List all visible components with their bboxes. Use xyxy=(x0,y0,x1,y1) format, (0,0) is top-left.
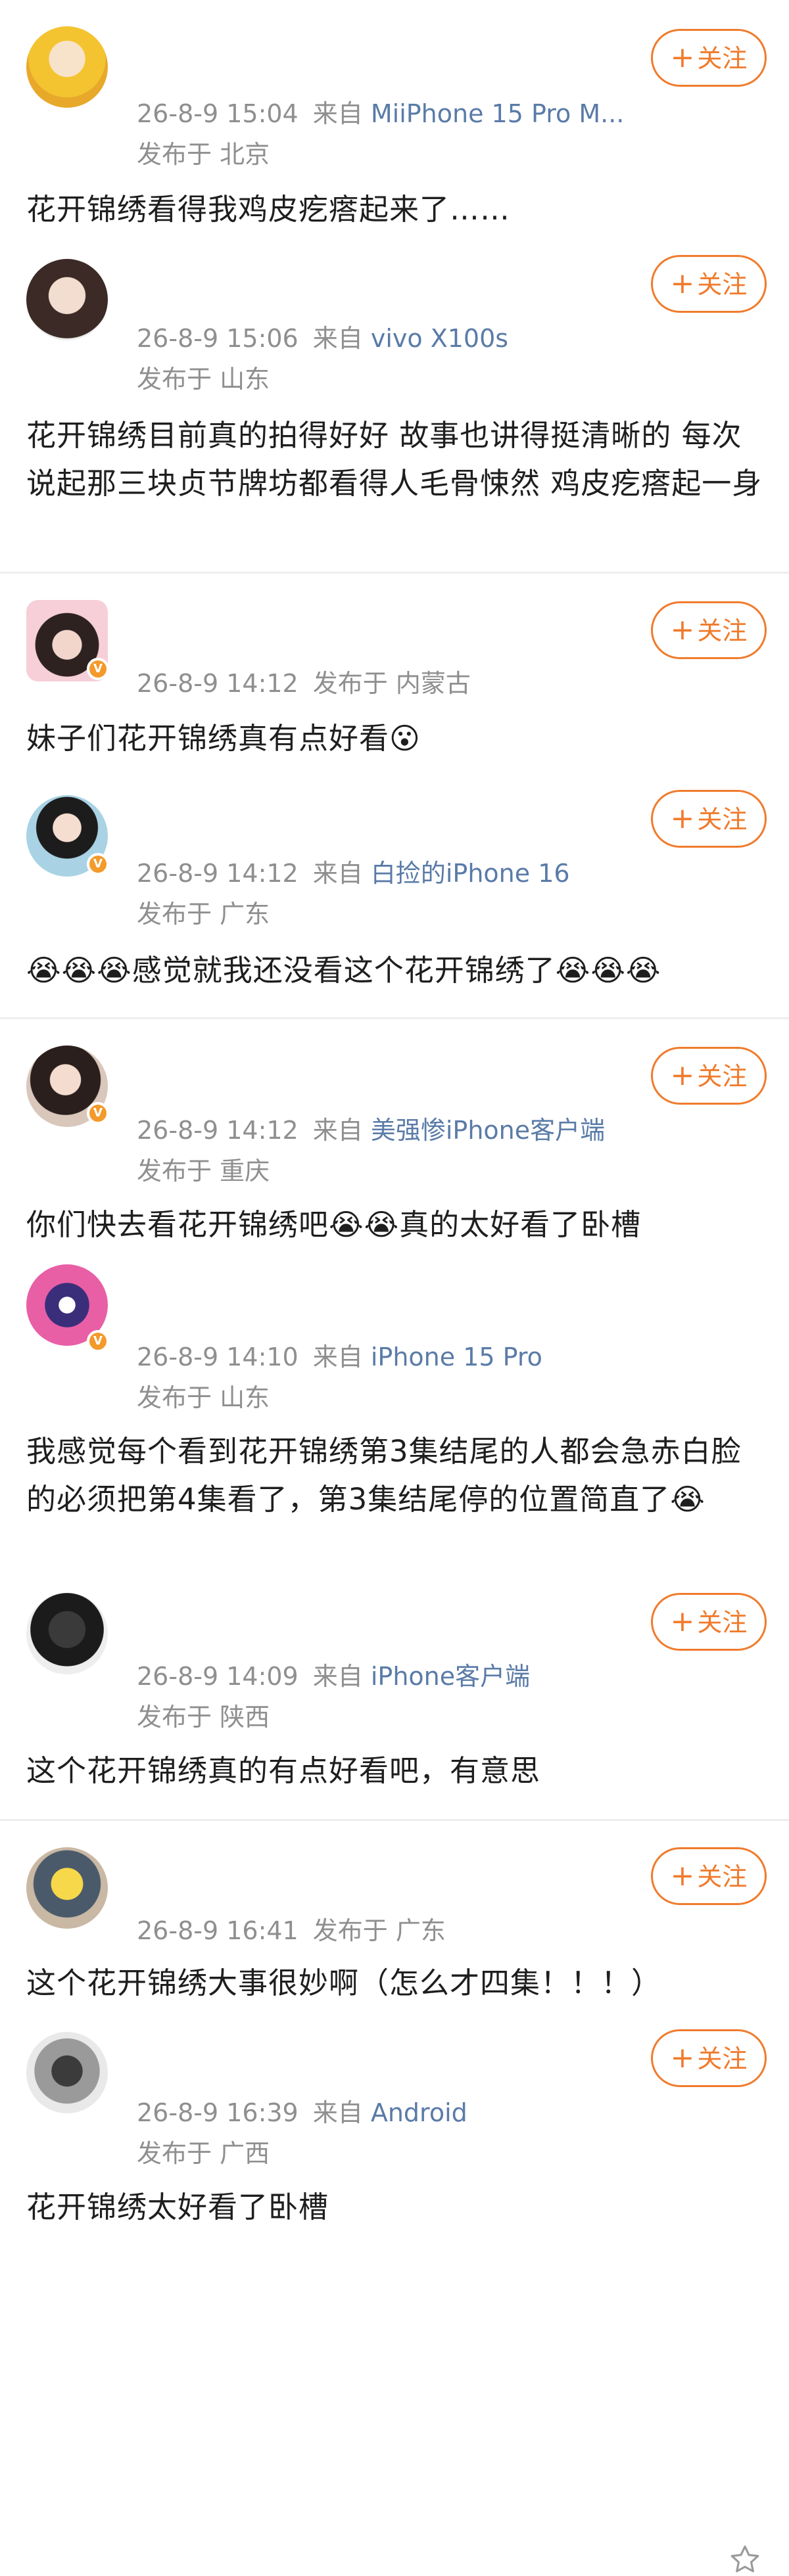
star-icon[interactable] xyxy=(729,2543,761,2576)
avatar[interactable] xyxy=(26,26,108,108)
post-card: V + 关注 26-8-9 14:12 发布于 内蒙古 妹子们花开锦绣真有点好看😮 xyxy=(0,574,789,769)
post-content: 这个花开锦绣大事很妙啊（怎么才四集！！！） xyxy=(26,1966,662,2000)
device-source-link[interactable]: 美强惨iPhone客户端 xyxy=(371,1116,605,1145)
post-content: 花开锦绣目前真的拍得好好 故事也讲得挺清晰的 每次说起那三块贞节牌坊都看得人毛骨… xyxy=(26,418,763,501)
verified-badge-icon: V xyxy=(87,1330,109,1352)
device-source-link[interactable]: MiiPhone 15 Pro M... xyxy=(371,99,625,128)
post-location: 发布于 广东 xyxy=(312,1916,446,1945)
post-location: 发布于 山东 xyxy=(137,365,270,394)
follow-button[interactable]: + 关注 xyxy=(651,1047,767,1105)
post-meta: 26-8-9 16:41 发布于 广东 xyxy=(137,1910,446,1946)
source-label: 来自 xyxy=(312,1116,363,1145)
post-card: + 关注 26-8-9 15:06 来自 vivo X100s 发布于 山东 花开锦… xyxy=(0,243,789,572)
verified-badge-icon: V xyxy=(87,658,109,680)
source-label: 来自 xyxy=(312,1662,363,1691)
post-location: 发布于 山东 xyxy=(137,1383,270,1412)
avatar[interactable] xyxy=(26,2032,108,2113)
follow-button[interactable]: + 关注 xyxy=(651,255,767,313)
post-meta: 26-8-9 14:12 发布于 内蒙古 xyxy=(137,663,471,699)
timestamp: 26-8-9 14:09 xyxy=(137,1662,299,1691)
source-label: 来自 xyxy=(312,859,363,888)
post-card: + 关注 26-8-9 16:41 发布于 广东 这个花开锦绣大事很妙啊（怎么才四集… xyxy=(0,1821,789,2020)
post-location: 发布于 陕西 xyxy=(137,1703,270,1732)
post-card: V + 关注 26-8-9 14:12 来自 美强惨iPhone客户端 发布于 重庆… xyxy=(0,1019,789,1254)
follow-button[interactable]: + 关注 xyxy=(651,29,767,87)
avatar[interactable] xyxy=(26,1593,108,1674)
device-source-link[interactable]: 白捡的iPhone 16 xyxy=(371,859,570,888)
verified-badge-icon: V xyxy=(87,1102,109,1124)
verified-badge-icon: V xyxy=(87,853,109,875)
post-card: V 26-8-9 14:10 来自 iPhone 15 Pro 发布于 山东 我感… xyxy=(0,1254,789,2573)
post-meta: 26-8-9 15:04 来自 MiiPhone 15 Pro M... xyxy=(137,93,624,129)
post-content: 这个花开锦绣真的有点好看吧，有意思 xyxy=(26,1753,541,1788)
timestamp: 26-8-9 15:06 xyxy=(137,324,299,353)
post-location: 发布于 重庆 xyxy=(137,1157,270,1185)
post-card: + 关注 26-8-9 14:09 来自 iPhone客户端 发布于 陕西 这个花开… xyxy=(0,1577,789,1819)
source-label: 来自 xyxy=(312,1343,363,1371)
post-content: 你们快去看花开锦绣吧😭😭真的太好看了卧槽 xyxy=(26,1207,642,1242)
follow-button[interactable]: + 关注 xyxy=(651,1847,767,1905)
post-meta: 26-8-9 14:12 来自 美强惨iPhone客户端 xyxy=(137,1110,605,1146)
follow-button[interactable]: + 关注 xyxy=(651,2029,767,2087)
source-label: 来自 xyxy=(312,2098,363,2127)
post-card: + 关注 26-8-9 15:04 来自 MiiPhone 15 Pro M... … xyxy=(0,0,789,243)
timestamp: 26-8-9 14:10 xyxy=(137,1343,299,1371)
post-content: 花开锦绣太好看了卧槽 xyxy=(26,2190,329,2224)
device-source-link[interactable]: iPhone客户端 xyxy=(371,1662,530,1691)
post-meta: 26-8-9 16:39 来自 Android xyxy=(137,2092,467,2128)
source-label: 来自 xyxy=(312,99,363,128)
device-source-link[interactable]: Android xyxy=(371,2098,467,2127)
timestamp: 26-8-9 16:41 xyxy=(137,1916,299,1945)
device-source-link[interactable]: vivo X100s xyxy=(371,324,508,353)
post-card: + 关注 26-8-9 16:39 来自 Android 发布于 广西 花开锦绣太好… xyxy=(0,2020,789,2238)
post-location: 发布于 广东 xyxy=(137,900,270,929)
avatar[interactable] xyxy=(26,1847,108,1929)
post-content: 花开锦绣看得我鸡皮疙瘩起来了…… xyxy=(26,192,511,227)
timestamp: 26-8-9 14:12 xyxy=(137,1116,299,1145)
post-meta: 26-8-9 14:09 来自 iPhone客户端 xyxy=(137,1656,530,1692)
device-source-link[interactable]: iPhone 15 Pro xyxy=(371,1343,542,1371)
follow-button[interactable]: + 关注 xyxy=(651,1593,767,1651)
post-content: 😭😭😭感觉就我还没看这个花开锦绣了😭😭😭 xyxy=(26,953,661,988)
avatar[interactable] xyxy=(26,259,108,340)
source-label: 来自 xyxy=(312,324,363,353)
follow-button[interactable]: + 关注 xyxy=(651,601,767,659)
post-content: 妹子们花开锦绣真有点好看😮 xyxy=(26,721,421,756)
post-content: 我感觉每个看到花开锦绣第3集结尾的人都会急赤白脸的必须把第4集看了，第3集结尾停… xyxy=(26,1434,742,1517)
post-meta: 26-8-9 14:10 来自 iPhone 15 Pro xyxy=(137,1337,542,1373)
timestamp: 26-8-9 16:39 xyxy=(137,2098,299,2127)
post-location: 发布于 北京 xyxy=(137,140,270,169)
post-location: 发布于 广西 xyxy=(137,2139,270,2168)
follow-button[interactable]: + 关注 xyxy=(651,790,767,848)
post-meta: 26-8-9 15:06 来自 vivo X100s xyxy=(137,318,508,354)
post-meta: 26-8-9 14:12 来自 白捡的iPhone 16 xyxy=(137,853,570,889)
post-location: 发布于 内蒙古 xyxy=(312,669,471,698)
timestamp: 26-8-9 14:12 xyxy=(137,669,299,698)
timestamp: 26-8-9 15:04 xyxy=(137,99,299,128)
post-card: V + 关注 26-8-9 14:12 来自 白捡的iPhone 16 发布于 广东… xyxy=(0,769,789,1017)
timestamp: 26-8-9 14:12 xyxy=(137,859,299,888)
